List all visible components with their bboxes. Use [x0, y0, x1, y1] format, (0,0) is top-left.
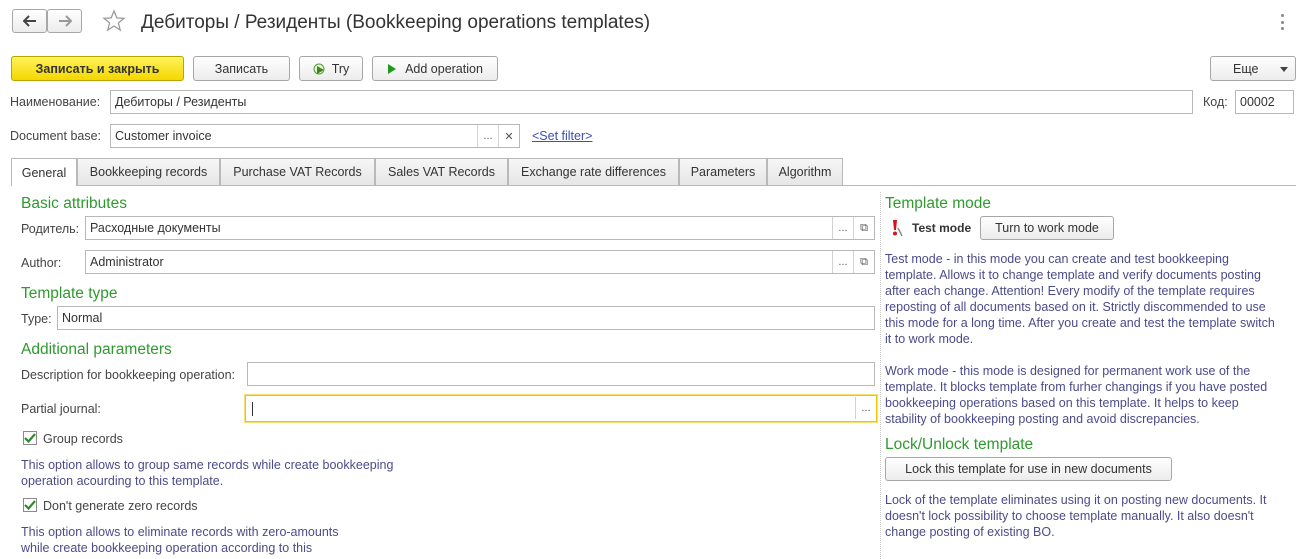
checkmark-icon	[24, 433, 36, 443]
lock-description: Lock of the template eliminates using it…	[885, 493, 1267, 539]
add-operation-button[interactable]: Add operation	[372, 56, 498, 81]
select-button[interactable]: ...	[477, 125, 498, 147]
lock-template-button[interactable]: Lock this template for use in new docume…	[885, 457, 1172, 481]
name-value: Дебиторы / Резиденты	[115, 95, 247, 109]
text-cursor	[252, 401, 253, 416]
forward-button[interactable]	[47, 9, 82, 33]
try-button[interactable]: Try	[299, 56, 363, 81]
zero-records-note: This option allows to eliminate records …	[21, 525, 339, 555]
exclamation-icon	[893, 220, 903, 237]
try-label: Try	[331, 61, 350, 76]
arrow-right-icon	[58, 15, 72, 27]
document-base-value: Customer invoice	[115, 129, 212, 143]
tab-purchase-vat-records[interactable]: Purchase VAT Records	[220, 158, 375, 185]
chevron-down-icon	[1280, 67, 1288, 72]
partial-journal-field[interactable]: ...	[245, 395, 877, 422]
work-mode-description: Work mode - this mode is designed for pe…	[885, 364, 1268, 426]
template-type-heading: Template type	[21, 285, 118, 302]
tab-exchange-rate-differences[interactable]: Exchange rate differences	[508, 158, 679, 185]
tab-bookkeeping-records[interactable]: Bookkeeping records	[77, 158, 220, 185]
open-icon[interactable]: ⧉	[853, 251, 874, 273]
tab-general[interactable]: General	[11, 158, 77, 186]
tab-sales-vat-records[interactable]: Sales VAT Records	[375, 158, 508, 185]
add-operation-label: Add operation	[405, 61, 483, 76]
type-label: Type:	[21, 312, 52, 326]
clear-icon[interactable]: ✕	[498, 125, 519, 147]
column-divider	[880, 192, 881, 559]
try-icon	[313, 63, 325, 74]
zero-records-label[interactable]: Don't generate zero records	[43, 499, 198, 513]
tab-parameters[interactable]: Parameters	[679, 158, 767, 185]
description-label: Description for bookkeeping operation:	[21, 368, 236, 382]
parent-value: Расходные документы	[90, 221, 221, 235]
checkmark-icon	[24, 500, 36, 510]
name-label: Наименование:	[10, 95, 101, 109]
more-label: Еще	[1233, 61, 1259, 76]
author-value: Administrator	[90, 255, 164, 269]
save-button[interactable]: Записать	[193, 56, 290, 81]
select-button[interactable]: ...	[832, 251, 853, 273]
set-filter-link[interactable]: <Set filter>	[532, 129, 592, 143]
code-field[interactable]: 00002	[1235, 90, 1294, 114]
favorite-star-icon[interactable]	[102, 9, 126, 33]
basic-attributes-heading: Basic attributes	[21, 195, 127, 212]
template-mode-heading: Template mode	[885, 195, 991, 212]
test-mode-status: Test mode	[912, 221, 972, 235]
document-base-label: Document base:	[10, 129, 102, 143]
document-base-field[interactable]: Customer invoice ... ✕	[110, 124, 520, 148]
turn-to-work-mode-button[interactable]: Turn to work mode	[980, 216, 1114, 240]
more-menu-icon[interactable]	[1277, 12, 1287, 32]
save-and-close-button[interactable]: Записать и закрыть	[11, 56, 184, 81]
back-button[interactable]	[12, 9, 47, 33]
description-field[interactable]	[247, 362, 875, 386]
play-icon	[388, 63, 397, 74]
test-mode-description: Test mode - in this mode you can create …	[885, 252, 1275, 346]
partial-journal-label: Partial journal:	[21, 402, 101, 416]
name-field[interactable]: Дебиторы / Резиденты	[110, 90, 1193, 114]
type-field[interactable]: Normal	[57, 306, 875, 330]
parent-label: Родитель:	[21, 222, 80, 236]
author-field[interactable]: Administrator ... ⧉	[85, 250, 875, 274]
tab-strip-line	[11, 185, 1296, 186]
arrow-left-icon	[22, 15, 36, 27]
zero-records-checkbox[interactable]	[23, 498, 37, 512]
additional-parameters-heading: Additional parameters	[21, 341, 172, 358]
parent-field[interactable]: Расходные документы ... ⧉	[85, 216, 875, 240]
group-records-checkbox[interactable]	[23, 431, 37, 445]
lock-unlock-heading: Lock/Unlock template	[885, 436, 1034, 453]
code-value: 00002	[1240, 95, 1275, 109]
author-label: Author:	[21, 256, 62, 270]
type-value: Normal	[62, 311, 103, 325]
select-button[interactable]: ...	[855, 397, 876, 419]
select-button[interactable]: ...	[832, 217, 853, 239]
tab-algorithm[interactable]: Algorithm	[767, 158, 843, 185]
window-title: Дебиторы / Резиденты (Bookkeeping operat…	[141, 12, 651, 33]
code-label: Код:	[1203, 95, 1228, 109]
group-records-label[interactable]: Group records	[43, 432, 123, 446]
group-records-note: This option allows to group same records…	[21, 458, 394, 488]
more-button[interactable]: Еще	[1210, 56, 1296, 81]
open-icon[interactable]: ⧉	[853, 217, 874, 239]
